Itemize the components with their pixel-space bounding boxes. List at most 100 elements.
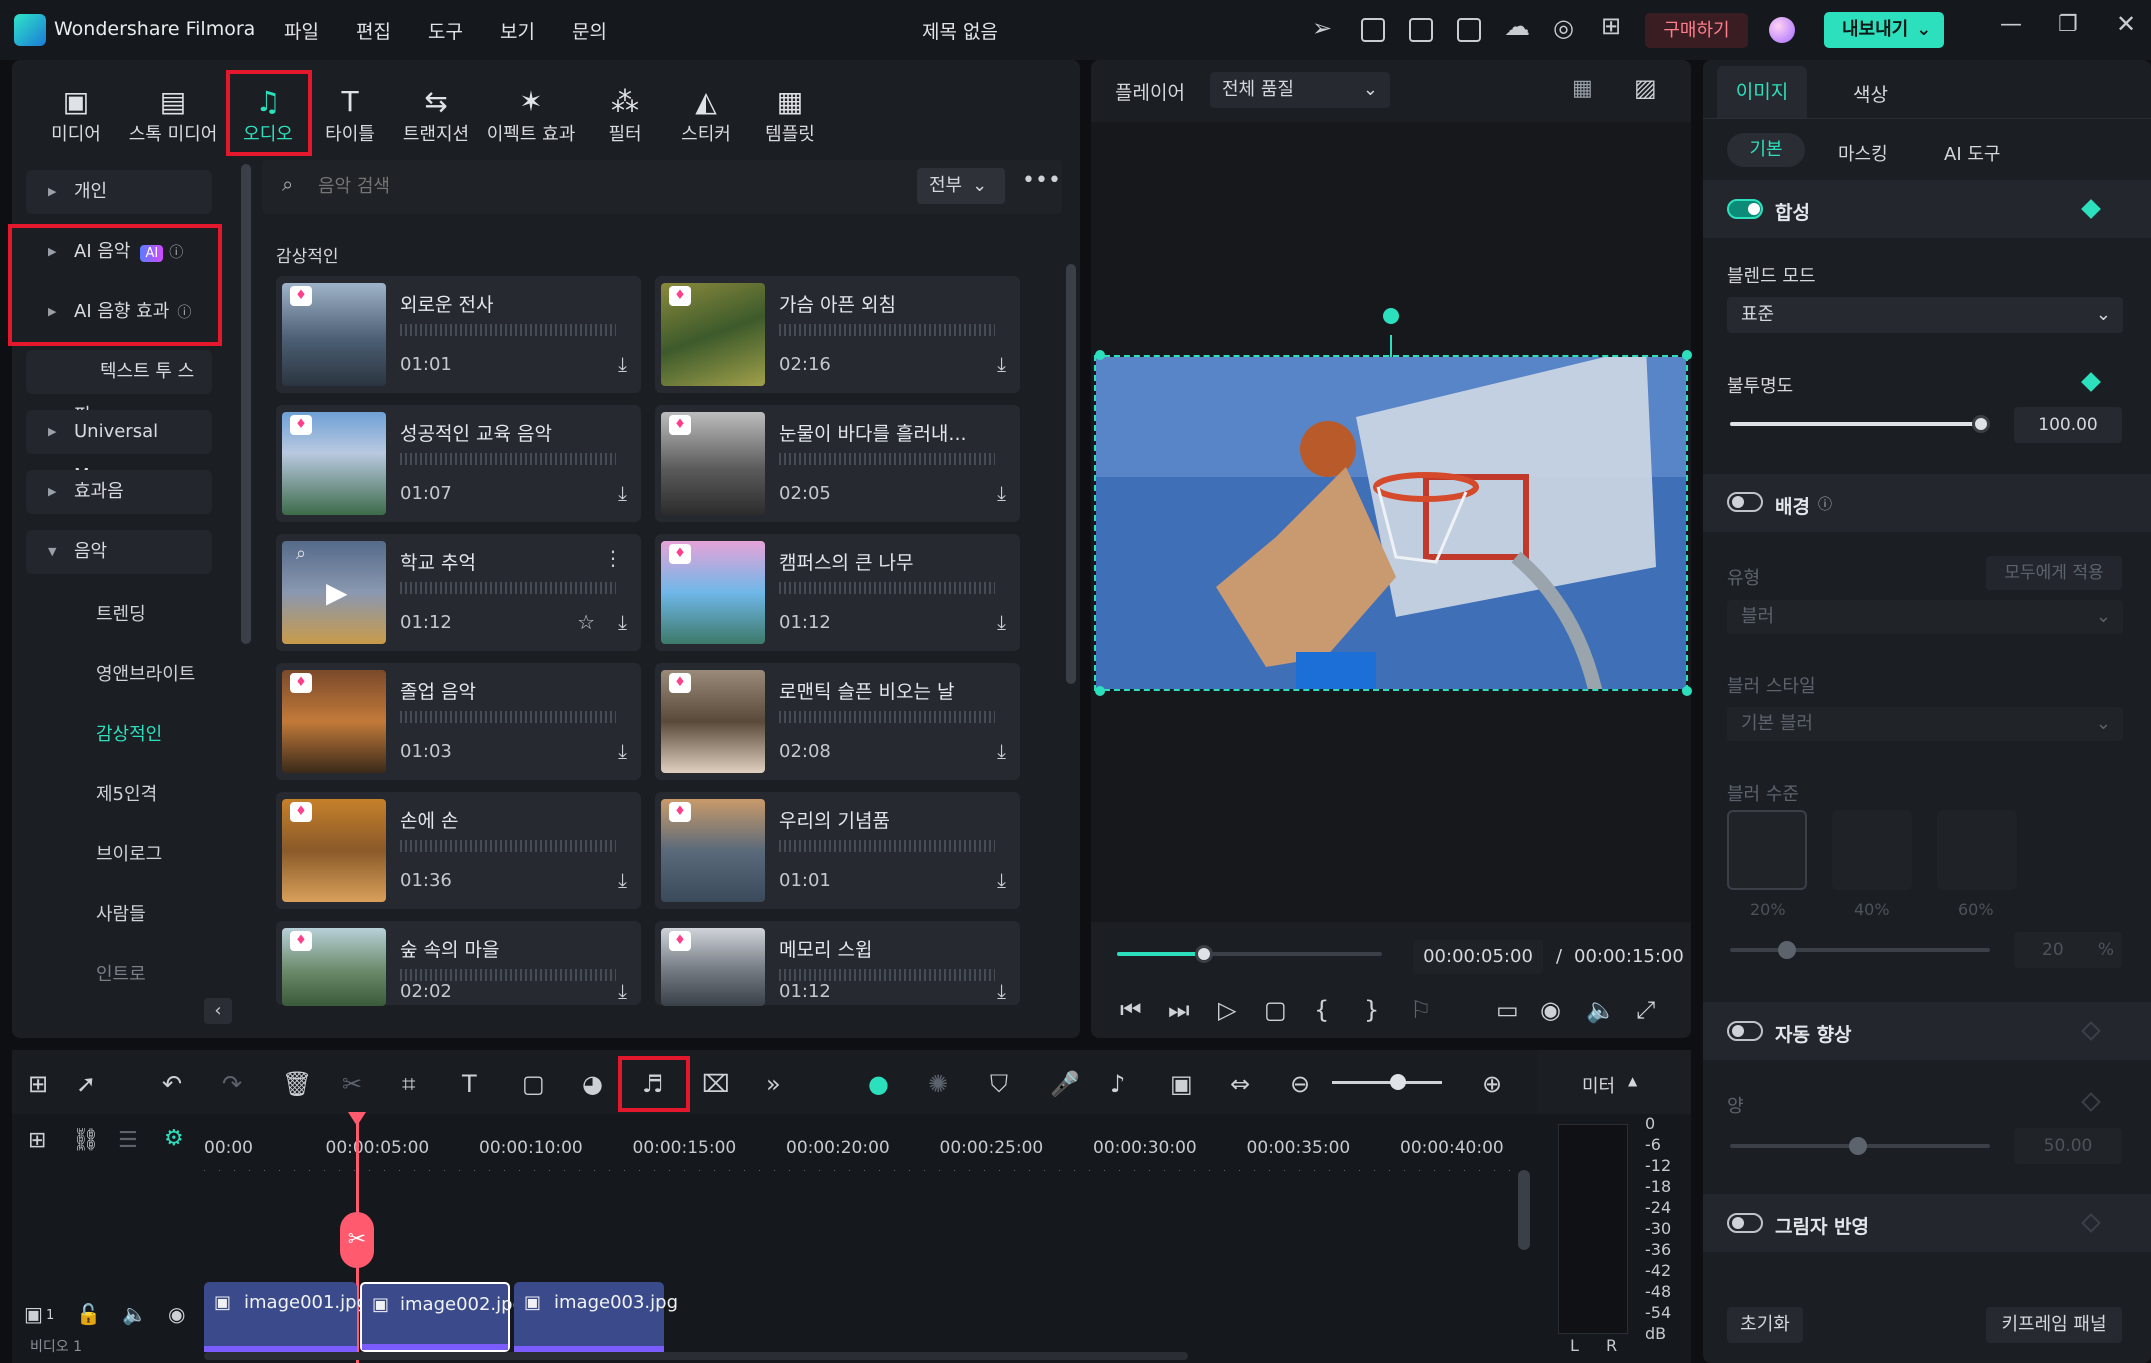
- text-icon[interactable]: T: [462, 1070, 477, 1098]
- render-preview-icon[interactable]: ▣: [1170, 1070, 1193, 1098]
- track-card[interactable]: ⌕ ▶ 학교 추억 01:12 ⤓ ☆ ⋮: [276, 534, 641, 651]
- more-tools-icon[interactable]: »: [766, 1070, 781, 1098]
- help-icon[interactable]: ⓘ: [169, 245, 183, 261]
- more-vertical-icon[interactable]: ⋮: [603, 546, 623, 570]
- ai-audio-icon[interactable]: ♬: [642, 1070, 664, 1098]
- apply-all-button[interactable]: 모두에게 적용: [1986, 556, 2122, 590]
- opacity-slider[interactable]: [1730, 422, 1980, 426]
- timeline-clip[interactable]: ▣ image001.jpg: [204, 1282, 368, 1352]
- grid-view-icon[interactable]: ▦: [1572, 76, 1593, 101]
- cut-icon[interactable]: ✂: [342, 1070, 362, 1098]
- sidebar-sub-trending[interactable]: 트렌딩: [96, 600, 146, 626]
- track-card[interactable]: ♦ 졸업 음악 01:03 ⤓: [276, 663, 641, 780]
- download-icon[interactable]: ⤓: [997, 610, 1006, 634]
- snapshot-view-icon[interactable]: ▨: [1634, 74, 1657, 102]
- crop-icon[interactable]: ⌗: [402, 1070, 416, 1098]
- save-icon[interactable]: [1457, 18, 1481, 42]
- ai-image-icon[interactable]: ⌧: [702, 1070, 730, 1098]
- tab-color[interactable]: 색상: [1853, 80, 1888, 107]
- send-icon[interactable]: ➢: [1312, 14, 1332, 42]
- more-options-icon[interactable]: •••: [1022, 168, 1061, 193]
- audio-mix-icon[interactable]: ♪: [1110, 1070, 1125, 1098]
- tab-templates[interactable]: ▦ 템플릿: [758, 70, 822, 150]
- track-card[interactable]: ♦ 우리의 기념품 01:01 ⤓: [655, 792, 1020, 909]
- subtab-masking[interactable]: 마스킹: [1838, 140, 1888, 166]
- tab-filters[interactable]: ⁂ 필터: [598, 70, 652, 150]
- sidebar-sub-identity-v[interactable]: 제5인격: [96, 780, 157, 806]
- track-card[interactable]: ♦ 메모리 스윕 01:12 ⤓: [655, 921, 1020, 1006]
- timeline-v-scrollbar[interactable]: [1518, 1170, 1530, 1250]
- tab-image[interactable]: 이미지: [1717, 66, 1807, 118]
- volume-icon[interactable]: 🔈: [1586, 996, 1616, 1024]
- tab-stock-media[interactable]: ▤ 스톡 미디어: [120, 70, 226, 150]
- amount-value[interactable]: 50.00: [2014, 1128, 2122, 1164]
- mark-in-icon[interactable]: {: [1314, 996, 1329, 1024]
- sidebar-sub-sentimental[interactable]: 감상적인: [96, 720, 162, 746]
- track-card[interactable]: ♦ 가슴 아픈 외침 02:16 ⤓: [655, 276, 1020, 393]
- blend-mode-dropdown[interactable]: 표준 ⌄: [1727, 297, 2123, 333]
- fullscreen-icon[interactable]: ⤢: [1636, 996, 1655, 1024]
- menu-edit[interactable]: 편집: [356, 17, 391, 44]
- sidebar-item-music[interactable]: ▼ 음악: [26, 530, 212, 574]
- redo-icon[interactable]: ↷: [222, 1070, 242, 1098]
- minimize-icon[interactable]: —: [2000, 12, 2022, 37]
- quality-dropdown[interactable]: 전체 품질 ⌄: [1210, 72, 1390, 108]
- sidebar-sub-intro[interactable]: 인트로: [96, 960, 146, 986]
- opacity-value[interactable]: 100.00: [2014, 407, 2122, 443]
- layout-icon[interactable]: [1409, 18, 1433, 42]
- auto-beat-icon[interactable]: ✺: [928, 1070, 948, 1098]
- shadow-toggle[interactable]: [1727, 1213, 1763, 1233]
- current-time[interactable]: 00:00:05:00: [1413, 940, 1543, 974]
- next-frame-icon[interactable]: ⏭: [1168, 996, 1190, 1024]
- zoom-slider-knob[interactable]: [1390, 1074, 1406, 1090]
- subtab-ai-tools[interactable]: AI 도구: [1944, 140, 2000, 166]
- avatar[interactable]: [1769, 17, 1795, 43]
- snap-icon[interactable]: ⚙: [164, 1126, 184, 1151]
- audio-icon[interactable]: 🔈: [122, 1302, 147, 1326]
- preview-image[interactable]: [1094, 355, 1688, 691]
- link-icon[interactable]: ⛓: [72, 1128, 100, 1153]
- sidebar-sub-vlog[interactable]: 브이로그: [96, 840, 162, 866]
- color-palette-icon[interactable]: ◕: [582, 1070, 603, 1098]
- zoom-slider[interactable]: [1332, 1081, 1442, 1084]
- timeline-clip[interactable]: ▣ image003.jpg: [514, 1282, 678, 1352]
- resize-handle[interactable]: [1095, 350, 1105, 360]
- visibility-eye-icon[interactable]: ◉: [168, 1302, 185, 1326]
- sidebar-item-ai-sound-effects[interactable]: ▶ AI 음향 효과 ⓘ: [26, 290, 212, 334]
- progress-track[interactable]: [1117, 945, 1382, 963]
- download-icon[interactable]: ⤓: [618, 352, 627, 376]
- download-icon[interactable]: ⤓: [618, 739, 627, 763]
- marker-icon[interactable]: ⚐: [1410, 996, 1432, 1024]
- download-icon[interactable]: ⤓: [997, 481, 1006, 505]
- download-icon[interactable]: ⤓: [618, 979, 627, 1003]
- type-dropdown[interactable]: 블러 ⌄: [1727, 600, 2123, 634]
- filter-dropdown[interactable]: 전부 ⌄: [917, 168, 1005, 204]
- help-icon[interactable]: ⓘ: [177, 305, 191, 321]
- buy-button[interactable]: 구매하기: [1645, 13, 1748, 48]
- download-icon[interactable]: ⤓: [997, 739, 1006, 763]
- microphone-icon[interactable]: 🎤: [1050, 1070, 1080, 1098]
- auto-enhance-toggle[interactable]: [1727, 1021, 1763, 1041]
- download-icon[interactable]: ⤓: [618, 481, 627, 505]
- timeline-h-scrollbar[interactable]: [204, 1352, 1188, 1360]
- amount-slider-knob[interactable]: [1849, 1137, 1867, 1155]
- track-settings-icon[interactable]: ☰: [118, 1128, 138, 1153]
- camera-icon[interactable]: ◉: [1540, 996, 1561, 1024]
- library-scrollbar[interactable]: [1066, 264, 1076, 684]
- download-icon[interactable]: ⤓: [997, 352, 1006, 376]
- blur-slider-knob[interactable]: [1778, 941, 1796, 959]
- track-card[interactable]: ♦ 손에 손 01:36 ⤓: [276, 792, 641, 909]
- fit-timeline-icon[interactable]: ⇔: [1230, 1070, 1250, 1098]
- sidebar-item-sound-effects[interactable]: ▶ 효과음: [26, 470, 212, 514]
- menu-help[interactable]: 문의: [572, 17, 607, 44]
- collapse-sidebar-button[interactable]: ‹: [204, 998, 232, 1024]
- resize-handle[interactable]: [1682, 350, 1692, 360]
- cloud-icon[interactable]: ☁: [1504, 12, 1530, 42]
- marker-shield-icon[interactable]: ⛉: [990, 1070, 1008, 1098]
- feedback-icon[interactable]: [1361, 18, 1385, 42]
- tab-audio[interactable]: ♫ 오디오: [236, 70, 300, 150]
- meter-label[interactable]: 미터: [1582, 1072, 1615, 1098]
- export-button[interactable]: 내보내기 ⌄: [1824, 12, 1944, 48]
- undo-icon[interactable]: ↶: [162, 1070, 182, 1098]
- layout-grid-icon[interactable]: ⊞: [28, 1070, 48, 1098]
